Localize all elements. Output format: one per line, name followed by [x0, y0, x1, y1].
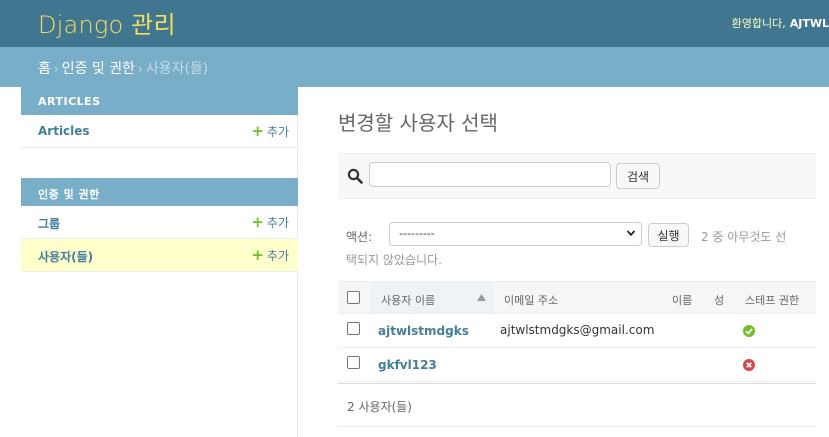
- plus-icon: +: [251, 246, 264, 264]
- add-articles-button[interactable]: + 추가: [251, 123, 289, 140]
- column-first-name[interactable]: 이름: [672, 292, 692, 308]
- breadcrumb-home[interactable]: 홈: [38, 61, 51, 77]
- table-row: ajtwlstmdgks ajtwlstmdgks@gmail.com: [338, 314, 816, 348]
- breadcrumb-separator: ›: [53, 62, 59, 76]
- row-checkbox[interactable]: [347, 356, 360, 369]
- username-label: AJTWL: [789, 17, 829, 30]
- chevron-down-icon: [626, 230, 636, 237]
- select-all-checkbox[interactable]: [347, 291, 360, 304]
- sidebar-item-groups: 그룹 + 추가: [21, 206, 298, 239]
- module-auth: 인증 및 권한 그룹 + 추가 사용자(들) + 추가: [21, 178, 298, 272]
- search-button[interactable]: 검색: [616, 163, 660, 189]
- search-toolbar: 검색: [338, 153, 816, 199]
- username-link[interactable]: gkfvl123: [378, 358, 437, 372]
- search-icon: [347, 168, 363, 184]
- module-caption[interactable]: 인증 및 권한: [21, 178, 298, 206]
- module-caption[interactable]: ARTICLES: [21, 87, 298, 115]
- page-title: 변경할 사용자 선택: [338, 111, 498, 135]
- result-table: 사용자 이름 이메일 주소 이름 성 스테프 권한 ajtwlstmdgks a…: [338, 281, 816, 382]
- breadcrumb: 홈 › 인증 및 권한 › 사용자(들): [0, 47, 829, 87]
- sort-ascending-icon[interactable]: [477, 294, 486, 301]
- column-staff-status[interactable]: 스테프 권한: [745, 292, 799, 308]
- plus-icon: +: [251, 122, 264, 140]
- email-cell: ajtwlstmdgks@gmail.com: [500, 323, 655, 337]
- row-checkbox[interactable]: [347, 322, 360, 335]
- search-input[interactable]: [369, 162, 611, 187]
- action-label: 액션:: [346, 230, 373, 244]
- welcome-text: 환영합니다,: [731, 17, 786, 30]
- table-row: gkfvl123: [338, 348, 816, 382]
- add-label: 추가: [266, 249, 289, 263]
- check-icon: [743, 325, 755, 337]
- plus-icon: +: [251, 213, 264, 231]
- action-select-value: ---------: [399, 227, 435, 240]
- module-articles: ARTICLES Articles + 추가: [21, 87, 298, 148]
- sidebar-item-articles: Articles + 추가: [21, 115, 298, 148]
- add-user-button[interactable]: + 추가: [251, 247, 289, 264]
- site-title[interactable]: Django 관리: [38, 5, 176, 40]
- breadcrumb-app[interactable]: 인증 및 권한: [62, 61, 135, 77]
- column-username[interactable]: 사용자 이름: [381, 292, 435, 308]
- breadcrumb-separator: ›: [138, 62, 143, 76]
- nav-sidebar: ARTICLES Articles + 추가 인증 및 권한 그룹 + 추가 사용자…: [21, 87, 298, 437]
- breadcrumb-current: 사용자(들): [145, 61, 209, 77]
- sidebar-link-articles[interactable]: Articles: [38, 124, 90, 138]
- header: Django 관리 환영합니다, AJTWL: [0, 0, 829, 47]
- username-link[interactable]: ajtwlstmdgks: [378, 324, 469, 338]
- user-tools: 환영합니다, AJTWL: [732, 15, 829, 31]
- action-counter: 2 중 아무것도 선: [701, 230, 787, 244]
- table-header: 사용자 이름 이메일 주소 이름 성 스테프 권한: [338, 281, 816, 314]
- add-group-button[interactable]: + 추가: [251, 214, 289, 231]
- add-label: 추가: [266, 216, 289, 230]
- column-email[interactable]: 이메일 주소: [504, 292, 558, 308]
- paginator: 2 사용자(들): [338, 383, 816, 427]
- add-label: 추가: [266, 125, 289, 139]
- sidebar-link-users[interactable]: 사용자(들): [38, 248, 93, 265]
- action-select[interactable]: ---------: [389, 222, 642, 246]
- cross-icon: [743, 359, 755, 371]
- sidebar-link-groups[interactable]: 그룹: [38, 215, 60, 232]
- action-counter-continued: 택되지 않았습니다.: [346, 253, 442, 267]
- run-action-button[interactable]: 실행: [648, 223, 689, 247]
- column-last-name[interactable]: 성: [714, 292, 724, 308]
- sidebar-item-users: 사용자(들) + 추가: [21, 239, 298, 272]
